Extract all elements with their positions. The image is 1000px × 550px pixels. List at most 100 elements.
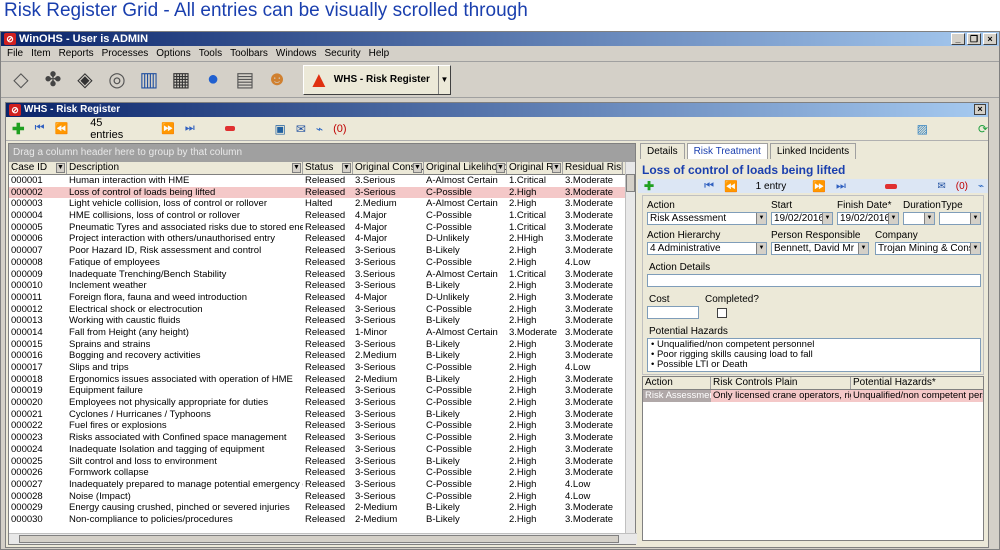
- table-row[interactable]: 000028 Noise (Impact) Released 3-Serious C-P…: [9, 491, 635, 503]
- minimize-button[interactable]: _: [951, 33, 965, 45]
- menu-tools[interactable]: Tools: [195, 48, 226, 59]
- table-row[interactable]: 000024 Inadequate Isolation and tagging o…: [9, 444, 635, 456]
- gauge-icon[interactable]: ◎: [103, 66, 131, 94]
- col-residual-risk[interactable]: Residual Risk Le: [563, 162, 623, 174]
- person-icon[interactable]: ☻: [263, 66, 291, 94]
- table-row[interactable]: 000023 Risks associated with Confined spa…: [9, 432, 635, 444]
- table-row[interactable]: 000010 Inclement weather Released 3-Serious…: [9, 280, 635, 292]
- table-row[interactable]: 000016 Bogging and recovery activities Rel…: [9, 350, 635, 362]
- edit-icon[interactable]: ▣: [275, 122, 286, 136]
- menu-file[interactable]: File: [3, 48, 27, 59]
- table-row[interactable]: 000005 Pneumatic Tyres and associated ris…: [9, 222, 635, 234]
- cost-field[interactable]: [647, 306, 699, 319]
- menu-security[interactable]: Security: [321, 48, 365, 59]
- duration-field[interactable]: ▼: [903, 212, 935, 225]
- previous-treatment-icon[interactable]: ⏪: [724, 180, 738, 193]
- table-row[interactable]: 000017 Slips and trips Released 3-Serious C-…: [9, 362, 635, 374]
- person-responsible-select[interactable]: Bennett, David Mr ▼: [771, 242, 869, 255]
- filter-dropdown-icon[interactable]: ▼: [56, 163, 65, 173]
- col-risk-controls[interactable]: Risk Controls Plain: [711, 377, 851, 389]
- table-row[interactable]: 000007 Poor Hazard ID, Risk assessment an…: [9, 245, 635, 257]
- controls-row[interactable]: Risk Assessment Only licensed crane oper…: [643, 390, 983, 402]
- table-row[interactable]: 000011 Foreign flora, fauna and weed intr…: [9, 292, 635, 304]
- tab-details[interactable]: Details: [640, 143, 685, 159]
- table-row[interactable]: 000006 Project interaction with others/un…: [9, 233, 635, 245]
- treatment-attach-icon[interactable]: ⌁: [978, 181, 984, 192]
- close-button[interactable]: ×: [983, 33, 997, 45]
- col-case-id[interactable]: Case ID ▼: [9, 162, 67, 174]
- compass-icon[interactable]: ◈: [71, 66, 99, 94]
- menu-windows[interactable]: Windows: [272, 48, 321, 59]
- tab-risk-treatment[interactable]: Risk Treatment: [686, 143, 768, 159]
- menu-options[interactable]: Options: [152, 48, 194, 59]
- filter-dropdown-icon[interactable]: ▼: [413, 163, 422, 173]
- money-icon[interactable]: ▤: [231, 66, 259, 94]
- next-treatment-icon[interactable]: ⏩: [812, 180, 826, 193]
- refresh-icon[interactable]: ⟳: [978, 122, 988, 136]
- table-row[interactable]: 000022 Fuel fires or explosions Released 3-…: [9, 420, 635, 432]
- col-original-likelihood[interactable]: Original Likelihood ▼: [424, 162, 507, 174]
- child-close-button[interactable]: ×: [974, 104, 986, 115]
- last-treatment-icon[interactable]: ⏭: [836, 180, 846, 193]
- table-row[interactable]: 000015 Sprains and strains Released 3-Serio…: [9, 339, 635, 351]
- calculator-icon[interactable]: ▦: [167, 66, 195, 94]
- type-select[interactable]: ▼: [939, 212, 981, 225]
- table-row[interactable]: 000012 Electrical shock or electrocution R…: [9, 304, 635, 316]
- chevron-down-icon[interactable]: ▼: [437, 65, 450, 94]
- col-potential-hazards[interactable]: Potential Hazards*: [851, 377, 983, 389]
- col-original-risk[interactable]: Original R... ▼: [507, 162, 563, 174]
- table-row[interactable]: 000002 Loss of control of loads being lif…: [9, 186, 635, 199]
- last-record-icon[interactable]: ⏭: [185, 122, 195, 135]
- next-record-icon[interactable]: ⏩: [161, 122, 175, 135]
- table-row[interactable]: 000027 Inadequately prepared to manage po…: [9, 479, 635, 491]
- table-row[interactable]: 000001 Human interaction with HME Released…: [9, 175, 635, 187]
- add-treatment-icon[interactable]: ✚: [644, 179, 654, 193]
- col-description[interactable]: Description ▼: [67, 162, 303, 174]
- globe-icon[interactable]: ●: [199, 66, 227, 94]
- potential-hazards-list[interactable]: • Unqualified/non competent personnel • …: [647, 338, 981, 372]
- treatment-email-icon[interactable]: ✉: [937, 181, 945, 192]
- col-original-consequence[interactable]: Original Cons... ▼: [353, 162, 424, 174]
- horizontal-scroll-thumb[interactable]: [19, 535, 619, 543]
- fan-icon[interactable]: ✤: [39, 66, 67, 94]
- vertical-scrollbar[interactable]: [625, 162, 635, 534]
- filter-dropdown-icon[interactable]: ▼: [292, 163, 301, 173]
- table-row[interactable]: 000029 Energy causing crushed, pinched or…: [9, 502, 635, 514]
- previous-record-icon[interactable]: ⏪: [54, 122, 68, 135]
- action-select[interactable]: Risk Assessment ▼: [647, 212, 767, 225]
- eraser-icon[interactable]: ◇: [7, 66, 35, 94]
- menu-help[interactable]: Help: [365, 48, 394, 59]
- email-icon[interactable]: ✉: [296, 122, 306, 136]
- table-row[interactable]: 000018 Ergonomics issues associated with …: [9, 374, 635, 386]
- group-by-bar[interactable]: Drag a column header here to group by th…: [9, 144, 635, 162]
- menu-toolbars[interactable]: Toolbars: [226, 48, 272, 59]
- table-row[interactable]: 000020 Employees not physically appropria…: [9, 397, 635, 409]
- start-date-field[interactable]: 19/02/2016 ▼: [771, 212, 833, 225]
- module-selector[interactable]: ▲ WHS - Risk Register ▼: [303, 64, 451, 95]
- table-row[interactable]: 000008 Fatique of employees Released 3-Seri…: [9, 257, 635, 269]
- delete-treatment-icon[interactable]: [885, 183, 898, 189]
- restore-button[interactable]: ❐: [967, 33, 981, 45]
- books-icon[interactable]: ▥: [135, 66, 163, 94]
- col-action[interactable]: Action: [643, 377, 711, 389]
- delete-icon[interactable]: [224, 126, 235, 131]
- table-row[interactable]: 000014 Fall from Height (any height) Relea…: [9, 327, 635, 339]
- table-row[interactable]: 000013 Working with caustic fluids Release…: [9, 315, 635, 327]
- col-status[interactable]: Status ▼: [303, 162, 353, 174]
- attach-icon[interactable]: ⌁: [316, 122, 323, 136]
- table-row[interactable]: 000021 Cyclones / Hurricanes / Typhoons Re…: [9, 409, 635, 421]
- horizontal-scrollbar[interactable]: [9, 533, 637, 544]
- filter-dropdown-icon[interactable]: ▼: [496, 163, 505, 173]
- first-treatment-icon[interactable]: ⏮: [704, 180, 714, 193]
- table-row[interactable]: 000009 Inadequate Trenching/Bench Stabili…: [9, 269, 635, 281]
- action-hierarchy-select[interactable]: 4 Administrative ▼: [647, 242, 767, 255]
- first-record-icon[interactable]: ⏮: [35, 122, 45, 135]
- table-row[interactable]: 000026 Formwork collapse Released 3-Serious…: [9, 467, 635, 479]
- table-row[interactable]: 000003 Light vehicle collision, loss of c…: [9, 198, 635, 210]
- table-row[interactable]: 000030 Non-compliance to policies/procedu…: [9, 514, 635, 526]
- completed-checkbox[interactable]: [717, 308, 727, 318]
- filter-dropdown-icon[interactable]: ▼: [342, 163, 351, 173]
- action-details-field[interactable]: [647, 274, 981, 287]
- table-row[interactable]: 000019 Equipment failure Released 3-Serious…: [9, 385, 635, 397]
- tab-linked-incidents[interactable]: Linked Incidents: [769, 143, 857, 159]
